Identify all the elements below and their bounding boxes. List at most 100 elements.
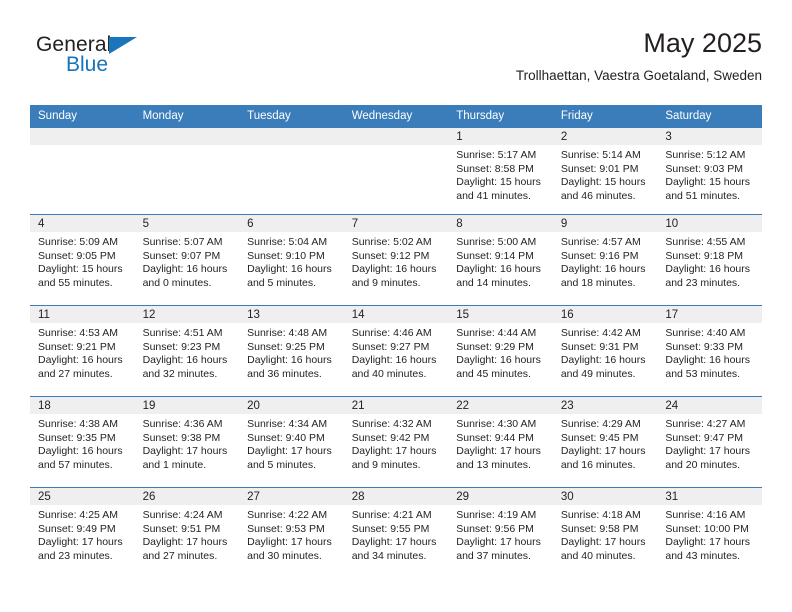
calendar-day-cell[interactable]: 19 Sunrise: 4:36 AM Sunset: 9:38 PM Dayligh… <box>134 396 240 488</box>
calendar-day-cell[interactable]: 15 Sunrise: 4:44 AM Sunset: 9:29 PM Dayligh… <box>448 305 553 397</box>
day-details: Sunrise: 5:07 AM Sunset: 9:07 PM Daylight:… <box>135 232 240 290</box>
sunset-time: Sunset: 9:21 PM <box>38 340 116 353</box>
sunrise-time: Sunrise: 4:46 AM <box>351 327 432 339</box>
calendar-day-cell[interactable]: 28 Sunrise: 4:21 AM Sunset: 9:55 PM Dayligh… <box>343 487 449 578</box>
day-number: 28 <box>343 488 449 505</box>
day-number: 29 <box>448 488 553 505</box>
day-number: 31 <box>657 488 762 505</box>
day-details: Sunrise: 5:02 AM Sunset: 9:12 PM Daylight:… <box>344 232 449 290</box>
sunset-time: Sunset: 9:23 PM <box>142 340 221 353</box>
calendar-day-cell[interactable]: 26 Sunrise: 4:24 AM Sunset: 9:51 PM Dayligh… <box>134 487 240 578</box>
daylight-duration-line1: Daylight: 17 hours <box>456 445 541 458</box>
daylight-duration-line2: and 51 minutes. <box>665 189 741 202</box>
day-details: Sunrise: 4:25 AM Sunset: 9:49 PM Daylight:… <box>30 505 135 563</box>
sunrise-time: Sunrise: 4:57 AM <box>560 236 641 248</box>
day-number: 24 <box>657 397 762 414</box>
day-details: Sunrise: 4:19 AM Sunset: 9:56 PM Daylight:… <box>448 505 553 563</box>
calendar-page: General Blue May 2025 Trollhaettan, Vaes… <box>0 0 792 612</box>
calendar-day-cell[interactable]: 2 Sunrise: 5:14 AM Sunset: 9:01 PM Daylight… <box>552 127 658 215</box>
daylight-duration-line1: Daylight: 17 hours <box>456 536 541 549</box>
page-title: May 2025 <box>643 28 762 58</box>
sunset-time: Sunset: 9:56 PM <box>456 522 534 535</box>
calendar-day-cell[interactable]: 25 Sunrise: 4:25 AM Sunset: 9:49 PM Dayligh… <box>30 487 135 578</box>
sunset-time: Sunset: 8:58 PM <box>456 162 534 175</box>
calendar-day-cell[interactable]: 14 Sunrise: 4:46 AM Sunset: 9:27 PM Dayligh… <box>343 305 449 397</box>
weekday-header-saturday: Saturday <box>657 105 762 128</box>
calendar-day-cell[interactable]: 29 Sunrise: 4:19 AM Sunset: 9:56 PM Dayligh… <box>448 487 553 578</box>
calendar-day-cell[interactable]: 1 Sunrise: 5:17 AM Sunset: 8:58 PM Daylight… <box>448 127 553 215</box>
day-number: 4 <box>30 215 135 232</box>
daylight-duration-line1: Daylight: 17 hours <box>351 536 437 549</box>
calendar-day-cell[interactable]: 18 Sunrise: 4:38 AM Sunset: 9:35 PM Dayligh… <box>30 396 135 488</box>
day-details: Sunrise: 4:44 AM Sunset: 9:29 PM Daylight:… <box>448 323 553 381</box>
calendar-day-cell[interactable]: 10 Sunrise: 4:55 AM Sunset: 9:18 PM Dayligh… <box>657 214 762 306</box>
daylight-duration-line2: and 27 minutes. <box>38 367 113 380</box>
sunrise-time: Sunrise: 4:48 AM <box>247 327 328 339</box>
day-details: Sunrise: 4:24 AM Sunset: 9:51 PM Daylight:… <box>135 505 240 563</box>
day-details: Sunrise: 4:32 AM Sunset: 9:42 PM Daylight:… <box>344 414 449 472</box>
calendar-day-cell[interactable]: 13 Sunrise: 4:48 AM Sunset: 9:25 PM Dayligh… <box>239 305 344 397</box>
day-number: 9 <box>552 215 658 232</box>
calendar-grid: Sunday Monday Tuesday Wednesday Thursday Frid… <box>30 105 762 578</box>
calendar-day-cell[interactable]: 24 Sunrise: 4:27 AM Sunset: 9:47 PM Dayligh… <box>657 396 762 488</box>
day-number: 13 <box>239 306 344 323</box>
calendar-day-cell[interactable]: 6 Sunrise: 5:04 AM Sunset: 9:10 PM Daylight… <box>239 214 344 306</box>
day-number <box>30 128 135 145</box>
sunset-time: Sunset: 9:44 PM <box>456 431 534 444</box>
calendar-day-cell[interactable]: 27 Sunrise: 4:22 AM Sunset: 9:53 PM Dayligh… <box>239 487 344 578</box>
calendar-day-cell[interactable]: 3 Sunrise: 5:12 AM Sunset: 9:03 PM Daylight… <box>657 127 762 215</box>
brand-logo[interactable]: General Blue <box>36 34 166 86</box>
daylight-duration-line2: and 55 minutes. <box>38 276 113 289</box>
day-details: Sunrise: 4:51 AM Sunset: 9:23 PM Daylight:… <box>135 323 240 381</box>
calendar-day-cell[interactable]: 30 Sunrise: 4:18 AM Sunset: 9:58 PM Dayligh… <box>552 487 658 578</box>
calendar-day-cell[interactable]: 12 Sunrise: 4:51 AM Sunset: 9:23 PM Dayligh… <box>134 305 240 397</box>
calendar-day-cell[interactable]: 17 Sunrise: 4:40 AM Sunset: 9:33 PM Dayligh… <box>657 305 762 397</box>
brand-triangle-icon <box>109 37 137 54</box>
day-details: Sunrise: 4:42 AM Sunset: 9:31 PM Daylight:… <box>553 323 658 381</box>
sunrise-time: Sunrise: 4:30 AM <box>456 418 537 430</box>
daylight-duration-line1: Daylight: 17 hours <box>351 445 437 458</box>
sunset-time: Sunset: 9:38 PM <box>142 431 221 444</box>
calendar-day-cell[interactable]: 31 Sunrise: 4:16 AM Sunset: 10:00 PM Daylig… <box>657 487 762 578</box>
day-number: 3 <box>657 128 762 145</box>
day-number: 26 <box>134 488 240 505</box>
sunrise-time: Sunrise: 4:27 AM <box>665 418 746 430</box>
calendar-day-cell[interactable]: 5 Sunrise: 5:07 AM Sunset: 9:07 PM Daylight… <box>134 214 240 306</box>
brand-name-general: General <box>36 33 112 56</box>
day-number: 6 <box>239 215 344 232</box>
sunrise-time: Sunrise: 5:00 AM <box>456 236 537 248</box>
sunset-time: Sunset: 9:01 PM <box>560 162 639 175</box>
day-details: Sunrise: 4:22 AM Sunset: 9:53 PM Daylight:… <box>239 505 344 563</box>
daylight-duration-line1: Daylight: 15 hours <box>560 176 646 189</box>
weekday-header-thursday: Thursday <box>448 105 553 128</box>
daylight-duration-line1: Daylight: 16 hours <box>665 354 751 367</box>
calendar-day-cell[interactable]: 20 Sunrise: 4:34 AM Sunset: 9:40 PM Dayligh… <box>239 396 344 488</box>
calendar-day-cell[interactable]: 21 Sunrise: 4:32 AM Sunset: 9:42 PM Dayligh… <box>343 396 449 488</box>
sunset-time: Sunset: 9:55 PM <box>351 522 430 535</box>
day-details: Sunrise: 4:34 AM Sunset: 9:40 PM Daylight:… <box>239 414 344 472</box>
day-details: Sunrise: 4:46 AM Sunset: 9:27 PM Daylight:… <box>344 323 449 381</box>
daylight-duration-line2: and 0 minutes. <box>142 276 212 289</box>
daylight-duration-line2: and 5 minutes. <box>247 458 317 471</box>
calendar-day-cell[interactable]: 9 Sunrise: 4:57 AM Sunset: 9:16 PM Daylight… <box>552 214 658 306</box>
calendar-day-cell[interactable]: 4 Sunrise: 5:09 AM Sunset: 9:05 PM Daylight… <box>30 214 135 306</box>
calendar-day-cell[interactable]: 8 Sunrise: 5:00 AM Sunset: 9:14 PM Daylight… <box>448 214 553 306</box>
sunset-time: Sunset: 9:31 PM <box>560 340 639 353</box>
day-number: 18 <box>30 397 135 414</box>
calendar-day-cell[interactable]: 16 Sunrise: 4:42 AM Sunset: 9:31 PM Dayligh… <box>552 305 658 397</box>
daylight-duration-line2: and 40 minutes. <box>560 549 636 562</box>
daylight-duration-line2: and 40 minutes. <box>351 367 427 380</box>
calendar-week-row: 18 Sunrise: 4:38 AM Sunset: 9:35 PM Dayligh… <box>30 396 762 488</box>
calendar-day-cell[interactable]: 7 Sunrise: 5:02 AM Sunset: 9:12 PM Daylight… <box>343 214 449 306</box>
calendar-day-cell[interactable]: 22 Sunrise: 4:30 AM Sunset: 9:44 PM Dayligh… <box>448 396 553 488</box>
calendar-day-cell[interactable]: 23 Sunrise: 4:29 AM Sunset: 9:45 PM Dayligh… <box>552 396 658 488</box>
day-details: Sunrise: 4:38 AM Sunset: 9:35 PM Daylight:… <box>30 414 135 472</box>
day-number <box>239 128 344 145</box>
daylight-duration-line1: Daylight: 16 hours <box>351 263 437 276</box>
day-details: Sunrise: 5:17 AM Sunset: 8:58 PM Daylight:… <box>448 145 553 203</box>
sunrise-time: Sunrise: 5:04 AM <box>247 236 328 248</box>
sunrise-time: Sunrise: 4:25 AM <box>38 509 118 521</box>
calendar-day-cell-empty <box>30 127 135 215</box>
daylight-duration-line2: and 27 minutes. <box>142 549 218 562</box>
calendar-day-cell[interactable]: 11 Sunrise: 4:53 AM Sunset: 9:21 PM Dayligh… <box>30 305 135 397</box>
